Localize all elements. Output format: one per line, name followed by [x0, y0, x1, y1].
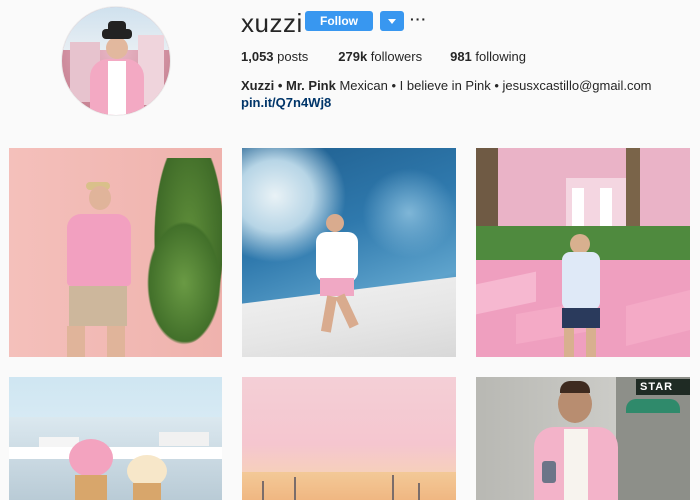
followers-stat[interactable]: 279k followers [338, 49, 422, 64]
bio-full-name: Xuzzi • Mr. Pink [241, 78, 336, 93]
following-count: 981 [450, 49, 472, 64]
post-thumbnail[interactable] [242, 377, 456, 500]
chevron-down-icon [388, 18, 396, 24]
post-thumbnail[interactable] [9, 377, 222, 500]
profile-bio: Xuzzi • Mr. Pink Mexican • I believe in … [241, 78, 652, 93]
suggested-dropdown-button[interactable] [380, 11, 404, 31]
post-thumbnail[interactable] [242, 148, 456, 357]
bio-text: Mexican • I believe in Pink • jesusxcast… [335, 78, 652, 93]
posts-stat: 1,053 posts [241, 49, 308, 64]
profile-avatar[interactable] [61, 6, 171, 116]
followers-label: followers [370, 49, 423, 64]
profile-stats: 1,053 posts 279k followers 981 following [241, 49, 554, 64]
posts-label: posts [277, 49, 309, 64]
profile-link[interactable]: pin.it/Q7n4Wj8 [241, 95, 331, 110]
following-stat[interactable]: 981 following [450, 49, 526, 64]
profile-username: xuzzi [241, 8, 303, 38]
followers-count: 279k [338, 49, 368, 64]
post-thumbnail[interactable] [476, 148, 690, 357]
profile-header: xuzzi Follow ··· 1,053 posts 279k follow… [0, 0, 700, 140]
more-options-button[interactable]: ··· [410, 11, 426, 31]
post-thumbnail[interactable]: STAR [476, 377, 690, 500]
follow-button[interactable]: Follow [305, 11, 373, 31]
post-thumbnail[interactable] [9, 148, 222, 357]
store-sign: STAR [636, 379, 690, 395]
posts-count: 1,053 [241, 49, 274, 64]
following-label: following [475, 49, 527, 64]
